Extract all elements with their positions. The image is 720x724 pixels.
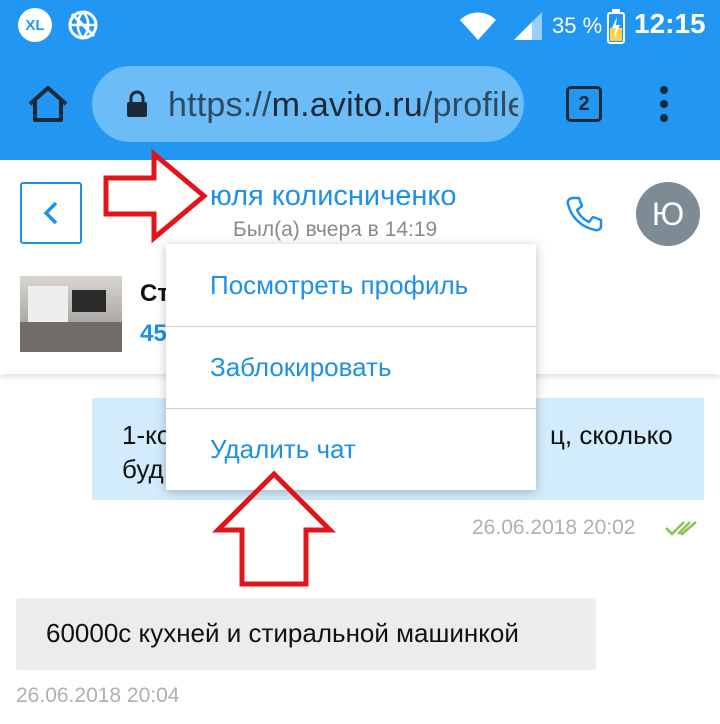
item-thumbnail[interactable] — [20, 276, 122, 352]
url-path: /profile — [422, 86, 518, 124]
menu-item-block[interactable]: Заблокировать — [166, 326, 536, 406]
lock-icon — [127, 90, 147, 117]
message-text-fragment-right: ц, сколько — [550, 420, 673, 450]
avatar-letter: Ю — [651, 195, 685, 232]
last-seen-status: Был(а) вчера в 14:19 — [233, 218, 438, 241]
tab-count: 2 — [578, 92, 590, 115]
arrow-right-annotation — [103, 148, 208, 244]
double-check-icon — [665, 521, 697, 536]
message-text: 60000с кухней и стиральной машинкой — [46, 618, 519, 648]
arrow-up-annotation — [212, 470, 336, 587]
message-text-fragment-left: 1-ко буд — [122, 420, 172, 484]
battery-percent: 35 % — [552, 13, 603, 38]
overflow-menu-icon[interactable] — [656, 84, 672, 124]
tab-switcher-button[interactable]: 2 — [566, 86, 602, 122]
xl-badge-label: XL — [25, 16, 45, 34]
url-scheme: https:// — [168, 86, 272, 124]
signal-icon — [514, 12, 542, 40]
avatar[interactable]: Ю — [636, 182, 700, 246]
phone-icon[interactable] — [564, 194, 604, 234]
xl-notification-icon: XL — [18, 8, 52, 42]
chevron-left-icon — [43, 201, 58, 225]
menu-item-label: Удалить чат — [210, 434, 356, 464]
item-title[interactable]: Ст — [140, 280, 169, 308]
globe-icon — [68, 10, 98, 40]
message-timestamp: 26.06.2018 20:04 — [16, 684, 180, 707]
battery-charging-icon — [607, 9, 625, 44]
menu-item-view-profile[interactable]: Посмотреть профиль — [166, 244, 536, 324]
url-text[interactable]: https://m.avito.ru/profile — [168, 86, 518, 125]
back-button[interactable] — [20, 182, 82, 244]
item-price: 45 — [140, 320, 167, 347]
chat-options-menu: Посмотреть профиль Заблокировать Удалить… — [166, 244, 536, 490]
status-bar: XL 35 % 12:15 — [0, 0, 720, 52]
message-timestamp: 26.06.2018 20:02 — [472, 516, 636, 539]
wifi-icon — [460, 12, 496, 40]
menu-item-label: Заблокировать — [210, 352, 392, 382]
url-domain: m.avito.ru — [271, 86, 423, 124]
home-icon[interactable] — [26, 84, 70, 124]
chat-user-name[interactable]: юля колисниченко — [210, 180, 457, 213]
clock: 12:15 — [634, 8, 706, 39]
incoming-message-bubble: 60000с кухней и стиральной машинкой — [16, 598, 596, 670]
menu-item-label: Посмотреть профиль — [210, 270, 469, 300]
menu-caret — [340, 232, 364, 244]
